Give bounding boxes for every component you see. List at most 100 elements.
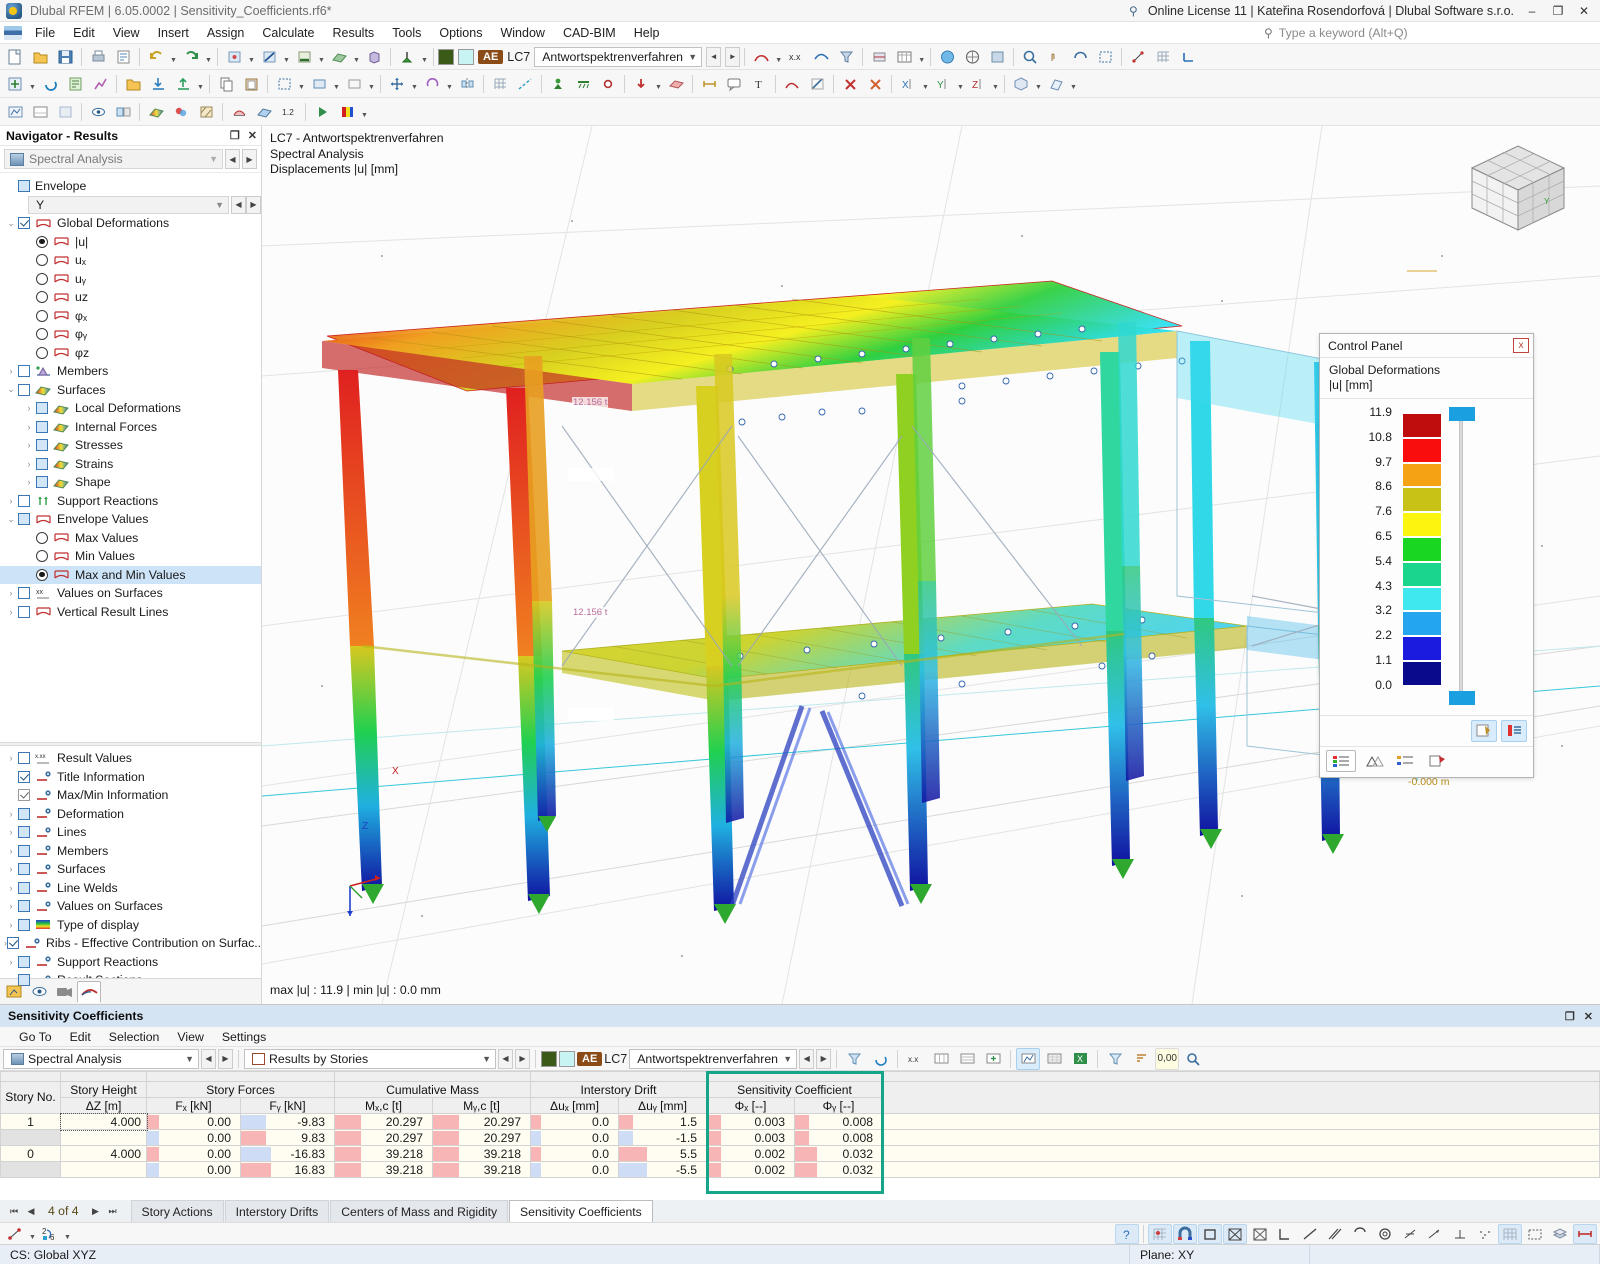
checkbox[interactable] [18, 826, 30, 839]
checkbox[interactable] [36, 457, 48, 470]
tree-item-values-on-surfaces[interactable]: › Values on Surfaces [0, 897, 261, 916]
cell-fy[interactable]: 16.83 [240, 1161, 335, 1178]
table-analysis-next[interactable]: ▶ [218, 1048, 233, 1069]
view-y-dropdown[interactable]: ▼ [956, 73, 965, 95]
cell-myc[interactable]: 39.218 [432, 1161, 531, 1178]
cell-myc[interactable]: 39.218 [432, 1145, 531, 1162]
radio-button[interactable] [36, 346, 48, 359]
next-page-button[interactable]: ▶ [88, 1200, 104, 1222]
delete-icon[interactable] [838, 73, 862, 95]
table-analysis-prev[interactable]: ◀ [201, 1048, 216, 1069]
cell-story-no[interactable]: 0 [0, 1145, 61, 1162]
legend-slider-handle-min[interactable] [1449, 691, 1475, 705]
table-load-case-combo[interactable]: Antwortspektrenverfahren ▼ [629, 1048, 798, 1069]
menu-cad-bim[interactable]: CAD-BIM [554, 23, 625, 43]
control-panel-close-button[interactable]: x [1513, 338, 1529, 353]
cell-fx[interactable]: 0.00 [146, 1113, 241, 1130]
menu-assign[interactable]: Assign [198, 23, 254, 43]
menu-calculate[interactable]: Calculate [253, 23, 323, 43]
line-snap-icon[interactable] [1298, 1224, 1322, 1244]
export-dropdown[interactable]: ▼ [196, 73, 205, 95]
tree-item-stresses[interactable]: › Stresses [0, 436, 261, 455]
new-model-dropdown[interactable]: ▼ [28, 73, 37, 95]
redo-dropdown[interactable]: ▼ [204, 46, 213, 68]
envelope-axis-next[interactable]: ▶ [246, 195, 261, 214]
tree-item-deformation[interactable]: › Deformation [0, 805, 261, 824]
show-grid-icon[interactable] [1498, 1223, 1522, 1244]
expander-closed-icon[interactable]: › [22, 422, 36, 432]
checkbox[interactable] [18, 587, 30, 600]
cell-duy[interactable]: 1.5 [618, 1113, 707, 1130]
render-mode-icon[interactable] [28, 101, 52, 123]
visibility-group-icon[interactable] [111, 101, 135, 123]
radio-button[interactable] [36, 328, 48, 341]
snap-point-dropdown[interactable]: ▼ [28, 1223, 37, 1245]
tab-story-actions[interactable]: Story Actions [130, 1200, 224, 1222]
layers-icon[interactable] [1548, 1224, 1572, 1244]
tree-item-u[interactable]: uᴢ [0, 288, 261, 307]
deselect-dropdown[interactable]: ▼ [367, 73, 376, 95]
cell-phiy[interactable]: 0.032 [794, 1145, 883, 1162]
cell-story-no[interactable] [0, 1129, 61, 1146]
tree-item-shape[interactable]: › Shape [0, 473, 261, 492]
checkbox[interactable] [18, 863, 30, 876]
results-diagram-icon[interactable] [780, 73, 804, 95]
material-colors-icon[interactable] [169, 101, 193, 123]
table-panel-close-button[interactable]: ✕ [1584, 1010, 1593, 1023]
checkbox[interactable] [18, 494, 30, 507]
cell-story-height[interactable]: 4.000 [60, 1145, 147, 1162]
circle-snap-icon[interactable] [1373, 1224, 1397, 1244]
tangent-snap-icon[interactable] [1398, 1224, 1422, 1244]
expander-closed-icon[interactable]: › [4, 901, 18, 911]
keyword-search[interactable]: ⚲ Type a keyword (Alt+Q) [1264, 26, 1594, 40]
member-dropdown[interactable]: ▼ [317, 46, 326, 68]
node-icon[interactable] [222, 46, 246, 68]
rotate-icon[interactable] [420, 73, 444, 95]
expander-closed-icon[interactable]: › [4, 957, 18, 967]
checkbox[interactable] [18, 513, 30, 526]
open-file-icon[interactable] [28, 46, 52, 68]
load-case-prev-button[interactable]: ◄ [706, 46, 722, 67]
menu-tools[interactable]: Tools [383, 23, 430, 43]
expander-closed-icon[interactable]: › [4, 827, 18, 837]
close-button[interactable]: ✕ [1576, 4, 1592, 18]
checkbox[interactable] [18, 900, 30, 913]
text-icon[interactable]: T [747, 73, 771, 95]
table-menu-settings[interactable]: Settings [213, 1028, 275, 1046]
tree-item-strains[interactable]: › Strains [0, 455, 261, 474]
table-decimals-icon[interactable]: 0,00 [1155, 1047, 1180, 1070]
cell-myc[interactable]: 20.297 [432, 1113, 531, 1130]
table-dropdown[interactable]: ▼ [917, 46, 926, 68]
menu-help[interactable]: Help [625, 23, 669, 43]
expander-closed-icon[interactable]: › [4, 846, 18, 856]
color-spectrum-icon[interactable] [335, 101, 359, 123]
perspective-dropdown[interactable]: ▼ [1069, 73, 1078, 95]
tree-item-envelope[interactable]: Envelope [0, 177, 261, 196]
result-values-icon[interactable]: x.x [784, 46, 808, 68]
radio-button[interactable] [36, 309, 48, 322]
show-results-icon[interactable] [749, 46, 773, 68]
col-fx[interactable]: Fₓ [kN] [146, 1097, 241, 1114]
surface-icon[interactable] [327, 46, 351, 68]
col-mxc[interactable]: Mₓ,c [t] [334, 1097, 433, 1114]
tree-item-u[interactable]: |u| [0, 233, 261, 252]
snap-point-icon[interactable] [3, 1224, 27, 1244]
checkbox[interactable] [18, 807, 30, 820]
delete-results-icon[interactable] [863, 73, 887, 95]
expander-closed-icon[interactable]: › [22, 477, 36, 487]
factors-tab[interactable] [1358, 750, 1388, 772]
tree-item-vertical-result-lines[interactable]: › Vertical Result Lines [0, 603, 261, 622]
envelope-axis-combo[interactable]: Y ▼ [28, 195, 229, 214]
cell-dux[interactable]: 0.0 [530, 1161, 619, 1178]
checkbox[interactable] [18, 605, 30, 618]
surface-results-icon[interactable] [252, 101, 276, 123]
minimize-button[interactable]: – [1524, 4, 1540, 18]
refresh-icon[interactable] [38, 73, 62, 95]
transparent-icon[interactable] [53, 101, 77, 123]
expander-closed-icon[interactable]: › [4, 920, 18, 930]
table-refresh-icon[interactable] [868, 1048, 892, 1070]
radio-button[interactable] [36, 291, 48, 304]
select-window-dropdown[interactable]: ▼ [332, 73, 341, 95]
line-icon[interactable] [257, 46, 281, 68]
table-row[interactable]: 0 4.000 0.00 -16.83 39.218 39.218 0.0 5.5 0.002 0… [0, 1145, 1600, 1162]
